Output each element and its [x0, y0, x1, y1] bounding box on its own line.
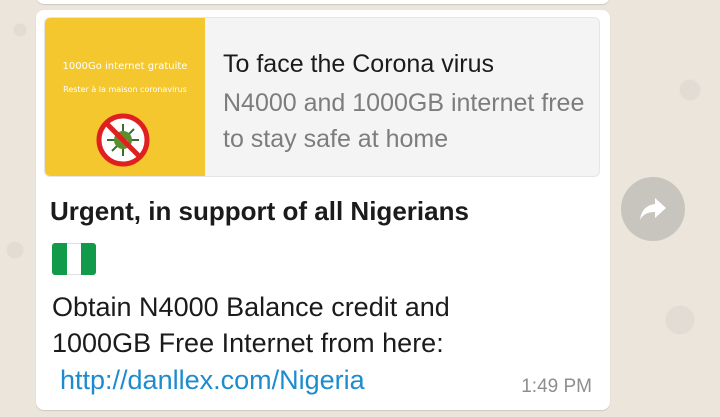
forward-arrow-icon	[640, 198, 666, 220]
message-body: Obtain N4000 Balance credit and 1000GB F…	[52, 289, 592, 361]
link-preview-thumbnail: 1000Go internet gratuite Rester à la mai…	[45, 18, 205, 176]
message-body-line: 1000GB Free Internet from here:	[52, 328, 444, 358]
message-heading: Urgent, in support of all Nigerians	[50, 196, 469, 226]
nigeria-flag-icon	[52, 243, 96, 275]
link-preview[interactable]: 1000Go internet gratuite Rester à la mai…	[44, 17, 600, 177]
thumbnail-text-line2: Rester à la maison coronavirus	[63, 85, 187, 94]
message-bubble[interactable]: 1000Go internet gratuite Rester à la mai…	[36, 10, 610, 410]
no-virus-icon	[96, 113, 150, 167]
thumbnail-text-line1: 1000Go internet gratuite	[62, 61, 188, 72]
previous-message-bubble	[36, 0, 610, 4]
message-link[interactable]: http://danllex.com/Nigeria	[60, 365, 365, 396]
message-timestamp: 1:49 PM	[521, 376, 592, 397]
message-body-line: Obtain N4000 Balance credit and	[52, 292, 450, 322]
link-preview-title: To face the Corona virus	[223, 50, 494, 78]
forward-button[interactable]	[621, 177, 685, 241]
link-preview-description: N4000 and 1000GB internet free to stay s…	[223, 89, 585, 153]
